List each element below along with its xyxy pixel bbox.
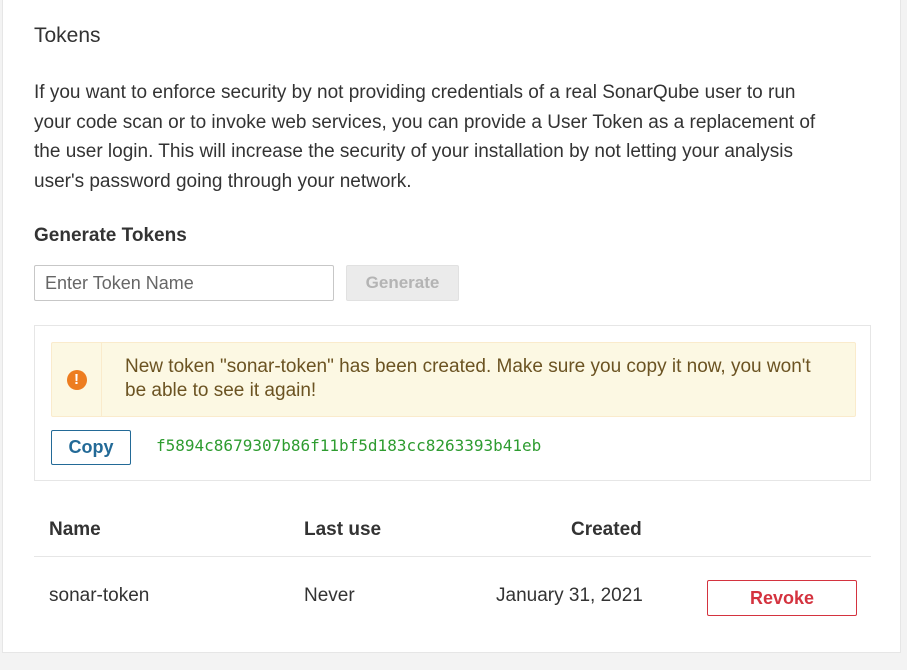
token-value: f5894c8679307b86f11bf5d183cc8263393b41eb [156,436,542,455]
new-token-box: ! New token "sonar-token" has been creat… [34,325,871,481]
token-created-alert: ! New token "sonar-token" has been creat… [51,342,856,417]
revoke-button[interactable]: Revoke [707,580,857,616]
column-header-last-use: Last use [304,519,382,540]
section-description: If you want to enforce security by not p… [34,82,816,192]
tokens-panel: Tokens If you want to enforce security b… [2,0,901,653]
column-header-name: Name [49,519,101,540]
generate-button[interactable]: Generate [346,265,459,301]
column-header-created: Created [571,519,642,540]
copy-button[interactable]: Copy [51,430,131,465]
generate-tokens-title: Generate Tokens [34,225,187,246]
alert-message: New token "sonar-token" has been created… [125,356,811,401]
exclamation-circle-icon: ! [66,369,87,390]
tokens-table-header: Name Last use Created [34,507,871,557]
created-cell: January 31, 2021 [496,585,643,606]
token-name-cell: sonar-token [49,585,150,606]
last-use-cell: Never [304,585,355,606]
section-title: Tokens [34,24,101,47]
table-row: sonar-token Never January 31, 2021 Revok… [34,557,871,637]
alert-icon-container: ! [52,343,102,416]
token-name-input[interactable] [34,265,334,301]
